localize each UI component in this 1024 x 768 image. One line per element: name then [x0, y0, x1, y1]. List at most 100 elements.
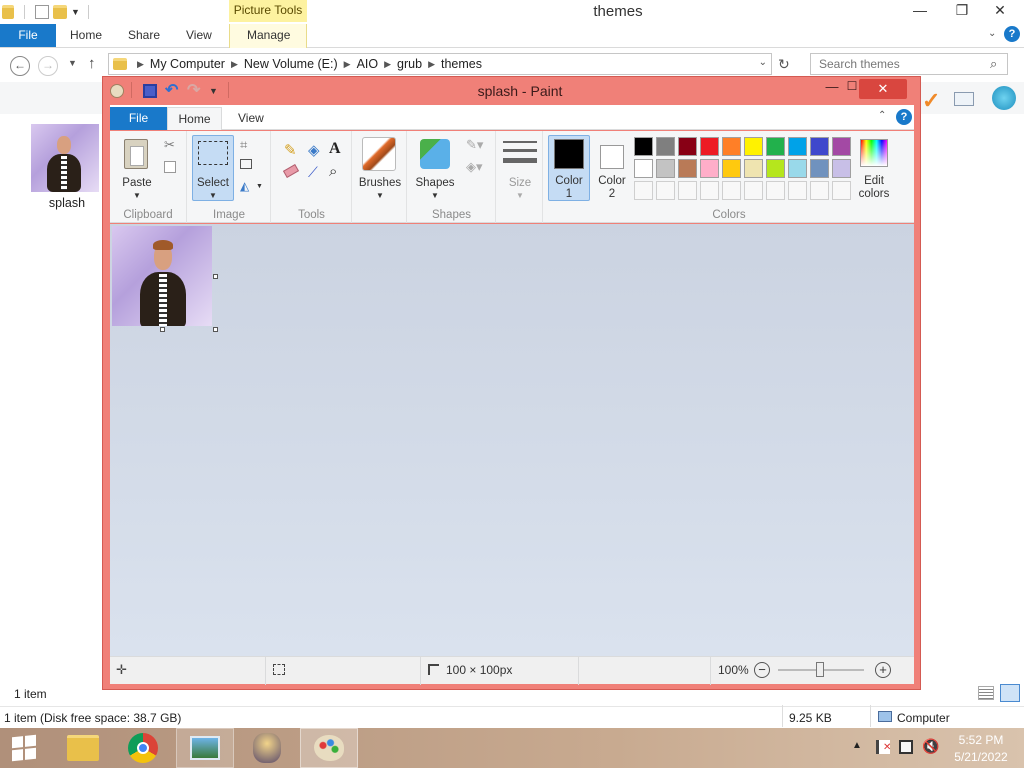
palette-swatch[interactable]	[722, 159, 741, 178]
custom-color-slot[interactable]	[656, 181, 675, 200]
clock-time[interactable]: 5:52 PM	[946, 733, 1016, 747]
ribbon-collapse-icon[interactable]: ⌄	[988, 28, 996, 39]
palette-swatch[interactable]	[656, 137, 675, 156]
palette-swatch[interactable]	[634, 137, 653, 156]
taskbar-paint[interactable]	[300, 728, 358, 768]
paint-tab-view[interactable]: View	[238, 107, 264, 130]
search-input[interactable]: Search themes	[810, 53, 1008, 75]
taskbar-file-explorer[interactable]	[54, 728, 112, 768]
palette-swatch[interactable]	[700, 159, 719, 178]
palette-swatch[interactable]	[744, 159, 763, 178]
palette-swatch[interactable]	[810, 159, 829, 178]
palette-swatch[interactable]	[634, 159, 653, 178]
palette-swatch[interactable]	[700, 137, 719, 156]
clock-date[interactable]: 5/21/2022	[946, 750, 1016, 764]
resize-icon[interactable]	[240, 159, 252, 169]
refresh-icon[interactable]: ↻	[778, 56, 790, 73]
zoom-in-button[interactable]: +	[875, 662, 891, 678]
canvas-area[interactable]	[110, 224, 914, 656]
volume-muted-icon[interactable]: 🔇	[922, 738, 939, 755]
tab-file[interactable]: File	[0, 24, 56, 47]
paint-minimize-button[interactable]: —	[819, 79, 845, 99]
image-canvas[interactable]	[112, 226, 212, 326]
network-icon[interactable]	[899, 740, 913, 754]
palette-swatch[interactable]	[766, 159, 785, 178]
search-icon[interactable]: ⌕	[990, 56, 997, 72]
pencil-icon[interactable]: ✎	[284, 141, 297, 159]
custom-color-slot[interactable]	[722, 181, 741, 200]
rotate-dropdown-icon[interactable]: ▼	[256, 183, 263, 190]
shape-fill-icon[interactable]: ◈▾	[466, 159, 483, 175]
resize-handle-corner[interactable]	[213, 327, 218, 332]
paint-maximize-button[interactable]: ☐	[845, 79, 859, 99]
palette-swatch[interactable]	[788, 159, 807, 178]
taskbar-chrome[interactable]	[114, 728, 172, 768]
custom-color-slot[interactable]	[810, 181, 829, 200]
palette-swatch[interactable]	[678, 137, 697, 156]
back-button[interactable]: ←	[10, 56, 30, 76]
paint-ribbon-collapse-icon[interactable]: ⌃	[878, 110, 886, 121]
palette-swatch[interactable]	[722, 137, 741, 156]
palette-swatch[interactable]	[766, 137, 785, 156]
color1-button[interactable]: Color 1	[548, 175, 590, 201]
tab-manage[interactable]: Manage	[247, 24, 290, 47]
custom-color-slot[interactable]	[744, 181, 763, 200]
cut-icon[interactable]: ✂	[164, 137, 175, 153]
action-center-flag-icon[interactable]: ✕	[876, 740, 891, 754]
breadcrumb-my-computer[interactable]: My Computer	[150, 57, 225, 71]
help-icon[interactable]: ?	[1004, 26, 1020, 42]
taskbar-photo-viewer[interactable]	[176, 728, 234, 768]
paste-dropdown-icon[interactable]: ▼	[114, 189, 160, 202]
splash-thumbnail[interactable]	[31, 124, 99, 192]
outline-icon[interactable]: ✎▾	[466, 137, 483, 153]
palette-swatch[interactable]	[744, 137, 763, 156]
maximize-button[interactable]: ❐	[948, 0, 976, 22]
details-view-icon[interactable]	[978, 686, 994, 700]
tab-share[interactable]: Share	[128, 24, 160, 47]
taskbar-app[interactable]	[238, 728, 296, 768]
forward-button[interactable]: →	[38, 56, 58, 76]
copy-icon[interactable]	[164, 161, 176, 173]
custom-color-slot[interactable]	[766, 181, 785, 200]
tab-home[interactable]: Home	[70, 24, 102, 47]
address-bar[interactable]: ▶ My Computer ▶ New Volume (E:) ▶ AIO ▶ …	[108, 53, 772, 75]
eraser-icon[interactable]	[282, 164, 300, 178]
recent-locations-icon[interactable]: ▼	[68, 58, 77, 68]
magnifier-icon[interactable]: ⌕	[329, 163, 337, 180]
palette-swatch[interactable]	[788, 137, 807, 156]
paint-close-button[interactable]: ✕	[859, 79, 907, 99]
color-picker-icon[interactable]: ⟋	[308, 164, 318, 181]
custom-color-slot[interactable]	[678, 181, 697, 200]
breadcrumb-new-volume[interactable]: New Volume (E:)	[244, 57, 338, 71]
start-button[interactable]	[0, 728, 48, 768]
rotate-icon[interactable]: ◭	[240, 179, 249, 193]
minimize-button[interactable]: —	[906, 0, 934, 22]
breadcrumb-aio[interactable]: AIO	[357, 57, 379, 71]
zoom-slider-thumb[interactable]	[816, 662, 824, 677]
custom-color-slot[interactable]	[788, 181, 807, 200]
palette-swatch[interactable]	[678, 159, 697, 178]
up-button[interactable]: ↑	[88, 55, 96, 72]
resize-handle-right[interactable]	[213, 274, 218, 279]
splash-file-label[interactable]: splash	[31, 196, 103, 210]
breadcrumb-grub[interactable]: grub	[397, 57, 422, 71]
fill-icon[interactable]: ◈	[308, 141, 320, 159]
show-hidden-icons[interactable]: ▲	[852, 740, 862, 751]
large-icons-view-icon[interactable]	[1000, 684, 1020, 702]
paint-tab-file[interactable]: File	[110, 107, 167, 130]
zoom-out-button[interactable]: −	[754, 662, 770, 678]
close-button[interactable]: ✕	[986, 0, 1014, 22]
resize-handle-bottom[interactable]	[160, 327, 165, 332]
text-icon[interactable]: A	[329, 140, 341, 158]
tab-view[interactable]: View	[186, 24, 212, 47]
edit-colors-button[interactable]: Edit colors	[852, 175, 896, 201]
paint-help-icon[interactable]: ?	[896, 109, 912, 125]
shapes-dropdown-icon[interactable]: ▼	[410, 189, 460, 202]
custom-color-slot[interactable]	[700, 181, 719, 200]
custom-color-slot[interactable]	[634, 181, 653, 200]
palette-swatch[interactable]	[832, 159, 851, 178]
select-dropdown-icon[interactable]: ▼	[192, 189, 234, 202]
palette-swatch[interactable]	[656, 159, 675, 178]
size-dropdown-icon[interactable]: ▼	[497, 189, 543, 202]
crop-icon[interactable]: ⌗	[240, 137, 247, 153]
